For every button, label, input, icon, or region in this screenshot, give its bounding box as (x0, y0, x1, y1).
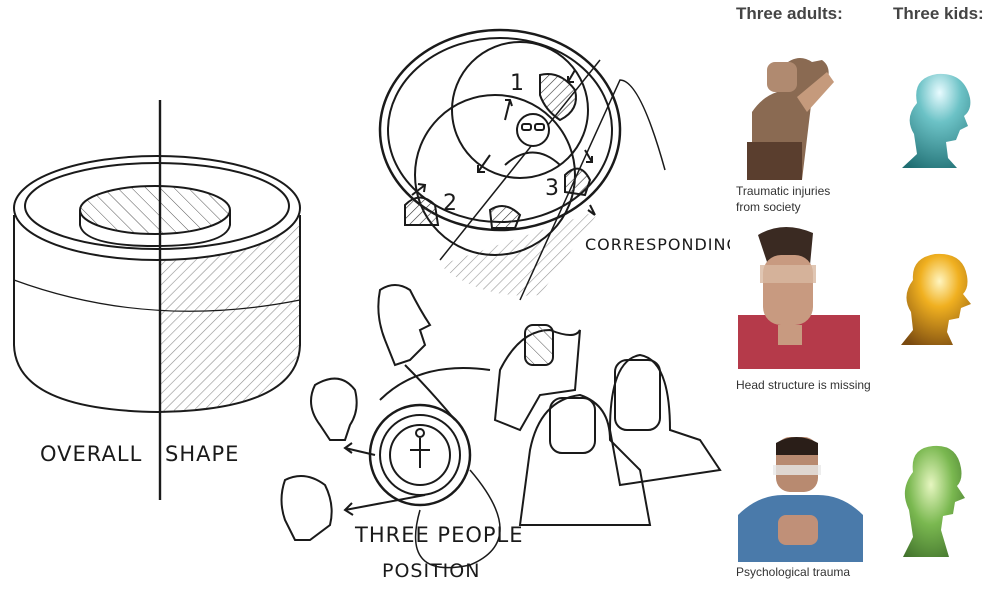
num-3: 3 (545, 176, 560, 201)
kid-silhouette-3 (903, 445, 965, 557)
adult-photo-1 (747, 58, 834, 180)
label-position: POSITION (382, 560, 480, 582)
num-1: 1 (510, 71, 525, 96)
concept-sketch: OVERALL SHAPE 1 2 3 CORRESPONDING THREE … (13, 28, 730, 582)
adult-caption-2: Head structure is missing (736, 378, 871, 392)
adult-photo-3 (738, 437, 863, 562)
kids-heading: Three kids: (893, 4, 984, 23)
adults-heading: Three adults: (736, 4, 843, 23)
label-overall: OVERALL (40, 442, 142, 466)
cylinder-sketch (13, 100, 301, 500)
kid-silhouette-1 (902, 73, 971, 168)
adult-caption-1: Traumatic injuries from society (736, 184, 831, 214)
label-shape: SHAPE (165, 442, 239, 466)
label-corresponding: CORRESPONDING (585, 235, 730, 254)
kid-silhouette-2 (901, 253, 971, 345)
label-three-people: THREE PEOPLE (354, 523, 524, 547)
adult-photo-2 (738, 226, 860, 369)
adult-caption-3: Psychological trauma (736, 565, 851, 579)
num-2: 2 (443, 191, 458, 216)
